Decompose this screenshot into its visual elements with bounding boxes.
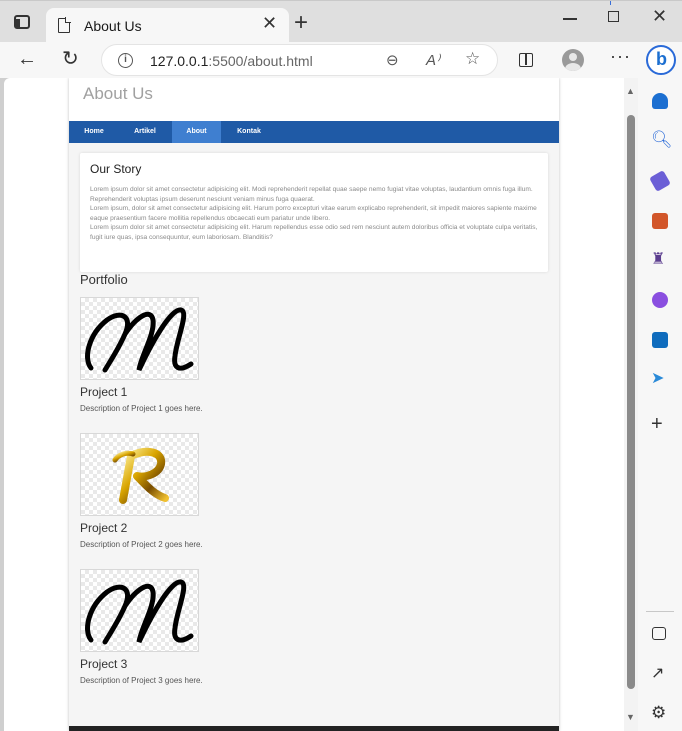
project-description: Description of Project 2 goes here. bbox=[80, 540, 203, 549]
our-story-heading: Our Story bbox=[90, 162, 142, 176]
page-footer bbox=[69, 726, 559, 731]
refresh-icon[interactable]: ↻ bbox=[62, 48, 79, 70]
tab-bar: About Us ✕ + ✕ bbox=[0, 0, 682, 43]
favorite-star-icon[interactable]: ☆ bbox=[465, 49, 480, 69]
shopping-tag-icon[interactable] bbox=[649, 170, 671, 192]
project-image[interactable] bbox=[80, 297, 199, 380]
window-close-button[interactable]: ✕ bbox=[652, 6, 667, 27]
profile-icon[interactable] bbox=[562, 49, 584, 71]
nav-about[interactable]: About bbox=[172, 121, 221, 143]
back-icon[interactable]: ← bbox=[17, 48, 37, 70]
our-story-card: Our Story Lorem ipsum dolor sit amet con… bbox=[80, 153, 548, 272]
address-bar[interactable]: i 127.0.0.1:5500/about.html ⊖ A⁾ ☆ bbox=[101, 44, 498, 76]
toolbox-icon[interactable] bbox=[652, 213, 668, 229]
settings-icon[interactable]: ⚙ bbox=[651, 704, 666, 721]
page-viewport: About Us Home Artikel About Kontak Our S… bbox=[4, 78, 624, 731]
nav-artikel[interactable]: Artikel bbox=[123, 121, 167, 143]
zoom-out-icon[interactable]: ⊖ bbox=[386, 51, 399, 69]
read-aloud-icon[interactable]: A⁾ bbox=[426, 51, 440, 69]
url-text[interactable]: 127.0.0.1:5500/about.html bbox=[150, 53, 313, 69]
scroll-thumb[interactable] bbox=[627, 115, 635, 689]
browser-toolbar: ← ↻ i 127.0.0.1:5500/about.html ⊖ A⁾ ☆ ·… bbox=[0, 42, 682, 78]
url-host: 127.0.0.1 bbox=[150, 53, 209, 69]
project-image[interactable] bbox=[80, 569, 199, 652]
add-icon[interactable]: + bbox=[651, 414, 663, 434]
project-title: Project 2 bbox=[80, 521, 128, 535]
page-container: About Us Home Artikel About Kontak Our S… bbox=[69, 78, 559, 731]
sidebar-divider bbox=[646, 611, 674, 612]
bing-icon[interactable] bbox=[646, 45, 676, 75]
microsoft365-icon[interactable] bbox=[652, 292, 668, 308]
page-title: About Us bbox=[83, 84, 153, 103]
minimize-button[interactable] bbox=[563, 18, 577, 20]
our-story-text: Lorem ipsum dolor sit amet consectetur a… bbox=[90, 186, 538, 241]
page-scrollbar[interactable]: ▲ ▼ bbox=[624, 78, 638, 731]
script-m-image bbox=[85, 307, 194, 373]
bell-icon[interactable] bbox=[652, 93, 668, 109]
close-icon[interactable]: ✕ bbox=[262, 14, 277, 32]
send-icon[interactable]: ➤ bbox=[651, 371, 664, 387]
games-icon[interactable]: ♜ bbox=[651, 252, 665, 268]
url-path: :5500/about.html bbox=[208, 53, 313, 69]
site-nav: Home Artikel About Kontak bbox=[69, 121, 559, 143]
plus-icon[interactable]: + bbox=[294, 11, 308, 35]
sidebar-toggle-icon[interactable] bbox=[652, 627, 666, 640]
tab-title: About Us bbox=[84, 18, 142, 34]
outlook-icon[interactable] bbox=[652, 332, 668, 348]
project-description: Description of Project 3 goes here. bbox=[80, 676, 203, 685]
nav-kontak[interactable]: Kontak bbox=[227, 121, 271, 143]
search-icon[interactable]: 🔍︎ bbox=[651, 131, 673, 148]
project-title: Project 1 bbox=[80, 385, 128, 399]
gold-r-image bbox=[112, 447, 169, 504]
tab-about[interactable]: About Us ✕ bbox=[46, 8, 289, 43]
project-title: Project 3 bbox=[80, 657, 128, 671]
site-header: About Us bbox=[69, 78, 559, 121]
tab-actions-icon[interactable] bbox=[14, 15, 30, 29]
edge-sidebar: 🔍︎ ♜ ➤ + ↗ ⚙ bbox=[638, 78, 682, 731]
split-screen-icon[interactable] bbox=[519, 53, 533, 67]
nav-home[interactable]: Home bbox=[75, 121, 113, 143]
info-icon[interactable]: i bbox=[118, 53, 133, 68]
scroll-down-icon[interactable]: ▼ bbox=[626, 712, 635, 722]
scroll-up-icon[interactable]: ▲ bbox=[626, 86, 635, 96]
window-accent bbox=[610, 1, 611, 5]
project-description: Description of Project 1 goes here. bbox=[80, 404, 203, 413]
open-external-icon[interactable]: ↗ bbox=[651, 666, 664, 682]
project-image[interactable] bbox=[80, 433, 199, 516]
script-m-image bbox=[85, 579, 194, 645]
document-icon bbox=[58, 17, 71, 33]
maximize-button[interactable] bbox=[608, 11, 619, 22]
more-icon[interactable]: ··· bbox=[610, 46, 631, 67]
portfolio-title: Portfolio bbox=[80, 272, 128, 287]
